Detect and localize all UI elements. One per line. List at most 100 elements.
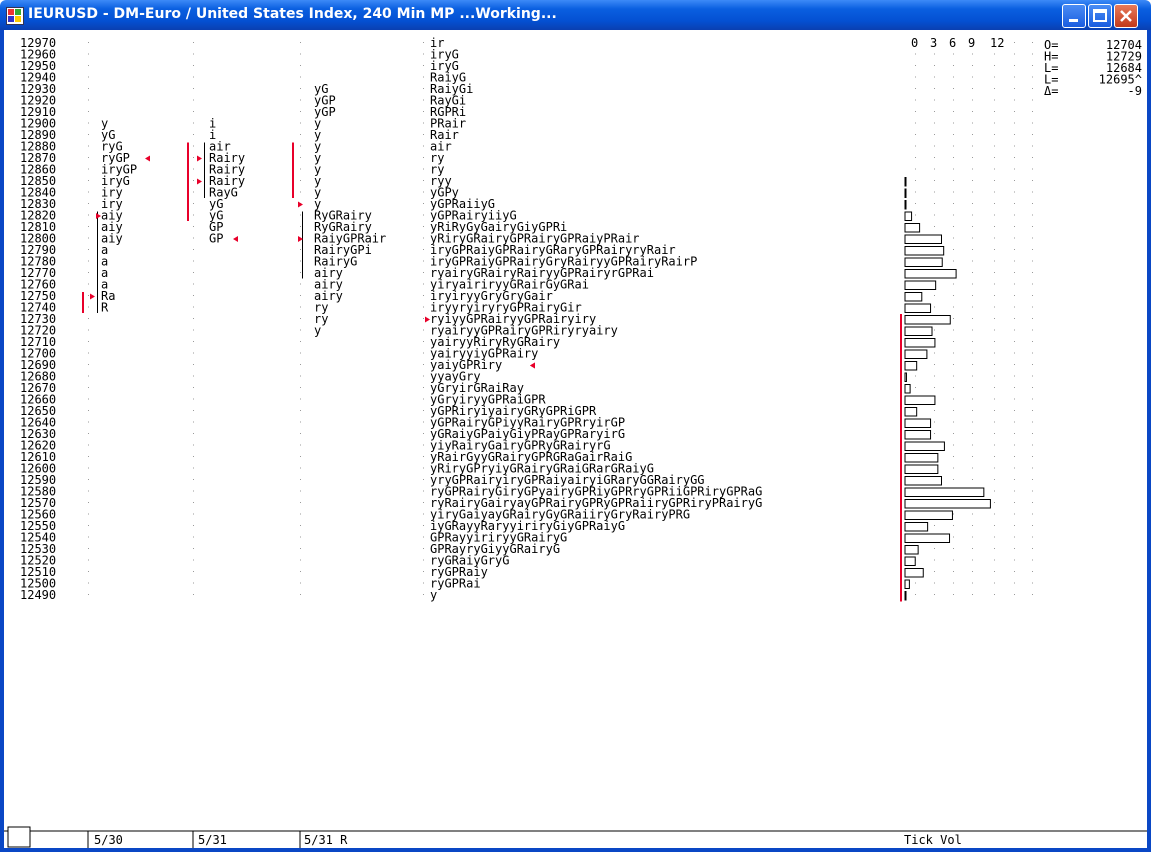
grid-dot — [88, 180, 89, 181]
minimize-icon — [1069, 19, 1078, 22]
grid-dot — [915, 203, 916, 204]
grid-dot — [972, 237, 973, 239]
grid-dot — [300, 53, 301, 55]
grid-dot — [972, 145, 973, 147]
grid-dot — [193, 571, 194, 572]
grid-dot — [1014, 42, 1015, 43]
grid-dot — [1014, 260, 1015, 262]
grid-dot — [972, 180, 973, 181]
grid-dot — [1032, 502, 1033, 503]
grid-dot — [88, 536, 89, 538]
grid-dot — [193, 410, 194, 411]
grid-dot — [1014, 249, 1015, 250]
tick-vol-bar — [904, 476, 942, 486]
grid-dot — [1032, 88, 1033, 89]
grid-dot — [1014, 168, 1015, 170]
grid-dot — [193, 76, 194, 78]
grid-dot — [423, 398, 424, 400]
grid-dot — [934, 168, 935, 170]
grid-dot — [300, 99, 301, 101]
grid-dot — [1032, 582, 1033, 584]
grid-dot — [193, 525, 194, 526]
date-label: 5/31 R — [304, 833, 348, 847]
grid-dot — [934, 329, 935, 331]
grid-dot — [300, 145, 301, 147]
grid-dot — [300, 42, 301, 43]
grid-dot — [953, 559, 954, 561]
grid-dot — [915, 214, 916, 216]
grid-dot — [994, 295, 995, 296]
grid-dot — [193, 260, 194, 262]
grid-dot — [994, 76, 995, 78]
grid-dot — [934, 594, 935, 595]
grid-dot — [1032, 283, 1033, 285]
grid-dot — [88, 88, 89, 89]
grid-dot — [934, 364, 935, 365]
grid-dot — [88, 410, 89, 411]
grid-dot — [1032, 249, 1033, 250]
grid-dot — [423, 237, 424, 239]
title-bar[interactable]: IEURUSD - DM-Euro / United States Index,… — [0, 0, 1151, 30]
grid-dot — [1014, 76, 1015, 78]
grid-dot — [1014, 214, 1015, 216]
grid-dot — [300, 214, 301, 216]
grid-dot — [934, 421, 935, 423]
grid-dot — [1032, 191, 1033, 193]
grid-dot — [88, 364, 89, 365]
grid-dot — [300, 122, 301, 124]
grid-dot — [1032, 571, 1033, 572]
grid-dot — [915, 168, 916, 170]
grid-dot — [934, 295, 935, 296]
grid-dot — [193, 421, 194, 423]
price-label: 12490 — [20, 588, 56, 602]
grid-dot — [88, 249, 89, 250]
grid-dot — [88, 111, 89, 112]
grid-dot — [300, 111, 301, 112]
grid-dot — [193, 191, 194, 193]
market-profile-panel[interactable]: 12970 ir 12960 iryG 12950 iryG 12940 RaiyG 12930… — [4, 30, 1147, 848]
maximize-button[interactable] — [1088, 4, 1112, 28]
grid-dot — [88, 99, 89, 101]
grid-dot — [1014, 467, 1015, 469]
grid-dot — [994, 352, 995, 354]
grid-dot — [994, 318, 995, 319]
window-frame: 12970 ir 12960 iryG 12950 iryG 12940 RaiyG 12930… — [0, 30, 1151, 852]
grid-dot — [423, 341, 424, 342]
grid-dot — [423, 444, 424, 446]
tick-vol-bar — [904, 464, 939, 474]
grid-dot — [423, 364, 424, 365]
grid-dot — [934, 203, 935, 204]
market-profile-chart: 12970 ir12960 iryG12950 iryG12940 RaiyG12930… — [4, 36, 1147, 848]
tick-vol-bar — [904, 200, 907, 210]
date-label: 5/30 — [94, 833, 123, 847]
app-icon — [6, 7, 24, 25]
grid-dot — [994, 536, 995, 538]
grid-dot — [193, 375, 194, 377]
grid-dot — [300, 249, 301, 250]
tick-vol-bar — [904, 349, 928, 359]
grid-dot — [994, 249, 995, 250]
grid-dot — [193, 157, 194, 158]
grid-dot — [972, 421, 973, 423]
grid-dot — [994, 479, 995, 480]
grid-dot — [953, 582, 954, 584]
grid-dot — [300, 559, 301, 561]
tick-vol-bar — [904, 223, 921, 233]
grid-dot — [1014, 398, 1015, 400]
grid-dot — [193, 237, 194, 239]
grid-dot — [1032, 168, 1033, 170]
grid-dot — [953, 467, 954, 469]
minimize-button[interactable] — [1062, 4, 1086, 28]
period-range-line — [302, 211, 303, 279]
grid-dot — [934, 145, 935, 147]
grid-dot — [915, 111, 916, 112]
close-button[interactable] — [1114, 4, 1138, 28]
grid-dot — [915, 76, 916, 78]
grid-dot — [953, 145, 954, 147]
grid-dot — [934, 525, 935, 526]
grid-dot — [423, 502, 424, 503]
grid-dot — [88, 122, 89, 124]
grid-dot — [972, 456, 973, 457]
grid-dot — [300, 387, 301, 388]
grid-dot — [193, 594, 194, 595]
